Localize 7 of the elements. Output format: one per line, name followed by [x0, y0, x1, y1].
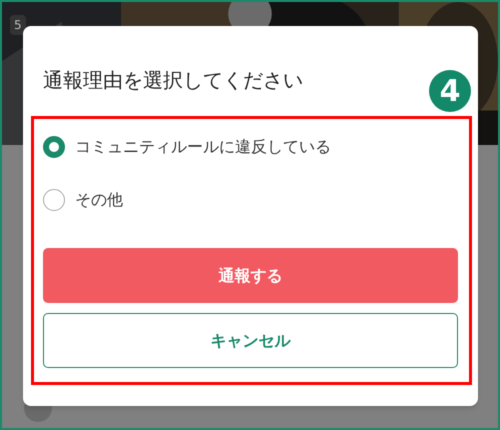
count-badge: 5 [10, 15, 26, 35]
radio-button[interactable] [43, 188, 65, 210]
radio-option[interactable]: その他 [43, 173, 458, 226]
radio-button[interactable] [43, 136, 65, 158]
radio-option[interactable]: コミュニティルールに違反している [43, 120, 458, 173]
cancel-button[interactable]: キャンセル [43, 313, 458, 368]
dialog-title: 通報理由を選択してください [43, 67, 303, 94]
